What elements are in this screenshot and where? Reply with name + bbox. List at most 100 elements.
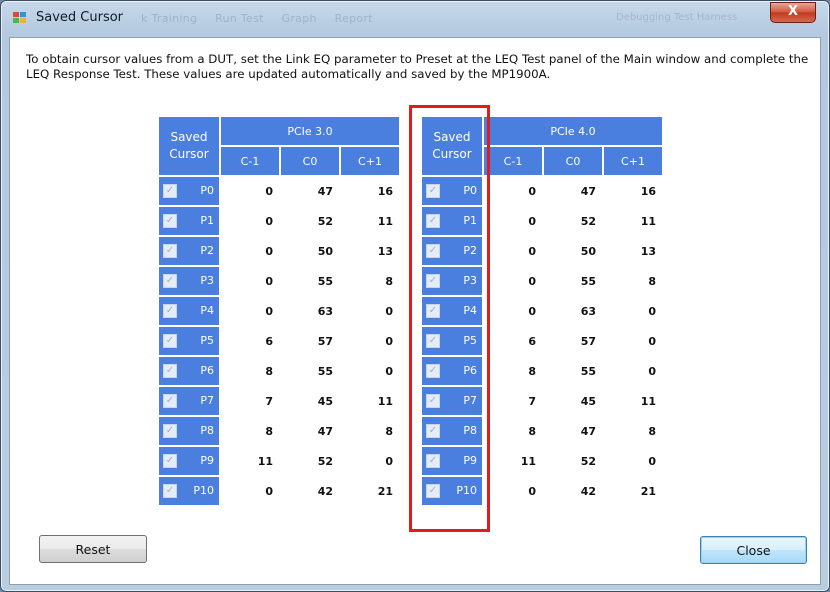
cursor-value: 0 bbox=[484, 267, 542, 295]
preset-label: P9 bbox=[463, 454, 477, 467]
cursor-value: 52 bbox=[544, 447, 602, 475]
preset-cell: ✓ P10 bbox=[422, 477, 482, 505]
cursor-value: 0 bbox=[221, 267, 279, 295]
table-row: ✓ P7 7 45 11 bbox=[159, 387, 399, 415]
cursor-value: 63 bbox=[544, 297, 602, 325]
preset-checkbox[interactable]: ✓ bbox=[426, 454, 440, 468]
preset-label: P0 bbox=[200, 184, 214, 197]
preset-checkbox[interactable]: ✓ bbox=[426, 304, 440, 318]
check-icon: ✓ bbox=[165, 185, 175, 196]
cursor-value: 8 bbox=[484, 417, 542, 445]
cursor-value: 13 bbox=[604, 237, 662, 265]
preset-cell: ✓ P6 bbox=[422, 357, 482, 385]
preset-checkbox[interactable]: ✓ bbox=[163, 274, 177, 288]
table-row: ✓ P5 6 57 0 bbox=[422, 327, 662, 355]
table-row: ✓ P5 6 57 0 bbox=[159, 327, 399, 355]
group-title: PCIe 3.0 bbox=[221, 117, 399, 145]
check-icon: ✓ bbox=[428, 305, 438, 316]
preset-cell: ✓ P9 bbox=[422, 447, 482, 475]
cursor-value: 52 bbox=[544, 207, 602, 235]
preset-checkbox[interactable]: ✓ bbox=[426, 394, 440, 408]
check-icon: ✓ bbox=[165, 245, 175, 256]
check-icon: ✓ bbox=[428, 485, 438, 496]
cursor-value: 0 bbox=[341, 447, 399, 475]
column-header: C0 bbox=[544, 147, 602, 175]
check-icon: ✓ bbox=[428, 425, 438, 436]
preset-checkbox[interactable]: ✓ bbox=[426, 364, 440, 378]
preset-cell: ✓ P4 bbox=[159, 297, 219, 325]
preset-cell: ✓ P9 bbox=[159, 447, 219, 475]
preset-checkbox[interactable]: ✓ bbox=[426, 484, 440, 498]
preset-checkbox[interactable]: ✓ bbox=[163, 214, 177, 228]
check-icon: ✓ bbox=[165, 455, 175, 466]
preset-checkbox[interactable]: ✓ bbox=[163, 394, 177, 408]
background-tab: Report bbox=[334, 12, 373, 25]
preset-checkbox[interactable]: ✓ bbox=[163, 304, 177, 318]
preset-checkbox[interactable]: ✓ bbox=[426, 274, 440, 288]
preset-checkbox[interactable]: ✓ bbox=[426, 184, 440, 198]
cursor-value: 0 bbox=[484, 237, 542, 265]
cursor-value: 0 bbox=[221, 177, 279, 205]
cursor-value: 16 bbox=[604, 177, 662, 205]
background-tab: Graph bbox=[281, 12, 317, 25]
cursor-value: 11 bbox=[221, 447, 279, 475]
cursor-value: 0 bbox=[484, 477, 542, 505]
cursor-value: 11 bbox=[604, 387, 662, 415]
preset-checkbox[interactable]: ✓ bbox=[163, 484, 177, 498]
check-icon: ✓ bbox=[165, 275, 175, 286]
preset-checkbox[interactable]: ✓ bbox=[163, 454, 177, 468]
preset-checkbox[interactable]: ✓ bbox=[426, 244, 440, 258]
pcie4-cursor-table: Saved Cursor PCIe 4.0 C-1 C0 C+1 ✓ P0 0 47 16 ✓ P1 0 5… bbox=[420, 115, 664, 507]
cursor-value: 8 bbox=[604, 417, 662, 445]
preset-cell: ✓ P1 bbox=[159, 207, 219, 235]
preset-label: P5 bbox=[200, 334, 214, 347]
cursor-value: 0 bbox=[221, 237, 279, 265]
preset-label: P4 bbox=[200, 304, 214, 317]
table-row: ✓ P3 0 55 8 bbox=[159, 267, 399, 295]
preset-checkbox[interactable]: ✓ bbox=[426, 214, 440, 228]
cursor-value: 0 bbox=[604, 327, 662, 355]
preset-checkbox[interactable]: ✓ bbox=[426, 334, 440, 348]
cursor-value: 0 bbox=[604, 357, 662, 385]
cursor-value: 21 bbox=[341, 477, 399, 505]
table-row: ✓ P1 0 52 11 bbox=[159, 207, 399, 235]
preset-label: P2 bbox=[463, 244, 477, 257]
reset-button[interactable]: Reset bbox=[39, 535, 147, 563]
title-bar[interactable]: Saved Cursor k Training Run Test Graph R… bbox=[1, 1, 829, 35]
preset-checkbox[interactable]: ✓ bbox=[163, 244, 177, 258]
cursor-value: 11 bbox=[341, 387, 399, 415]
close-button[interactable]: Close bbox=[700, 536, 807, 564]
preset-checkbox[interactable]: ✓ bbox=[426, 424, 440, 438]
cursor-value: 6 bbox=[221, 327, 279, 355]
preset-cell: ✓ P7 bbox=[159, 387, 219, 415]
cursor-value: 8 bbox=[221, 357, 279, 385]
table-row: ✓ P9 11 52 0 bbox=[159, 447, 399, 475]
preset-checkbox[interactable]: ✓ bbox=[163, 184, 177, 198]
saved-header-line: Saved bbox=[170, 130, 208, 144]
cursor-value: 11 bbox=[341, 207, 399, 235]
table-row: ✓ P10 0 42 21 bbox=[422, 477, 662, 505]
cursor-value: 47 bbox=[281, 177, 339, 205]
preset-label: P5 bbox=[463, 334, 477, 347]
background-tab: k Training bbox=[141, 12, 198, 25]
preset-label: P0 bbox=[463, 184, 477, 197]
preset-label: P2 bbox=[200, 244, 214, 257]
saved-cursor-header: Saved Cursor bbox=[422, 117, 482, 175]
column-header: C+1 bbox=[604, 147, 662, 175]
check-icon: ✓ bbox=[165, 425, 175, 436]
preset-checkbox[interactable]: ✓ bbox=[163, 334, 177, 348]
preset-checkbox[interactable]: ✓ bbox=[163, 424, 177, 438]
group-title: PCIe 4.0 bbox=[484, 117, 662, 145]
cursor-value: 47 bbox=[544, 417, 602, 445]
check-icon: ✓ bbox=[165, 395, 175, 406]
table-row: ✓ P6 8 55 0 bbox=[422, 357, 662, 385]
cursor-value: 42 bbox=[544, 477, 602, 505]
preset-checkbox[interactable]: ✓ bbox=[163, 364, 177, 378]
preset-label: P3 bbox=[200, 274, 214, 287]
preset-cell: ✓ P10 bbox=[159, 477, 219, 505]
cursor-value: 8 bbox=[604, 267, 662, 295]
table-row: ✓ P0 0 47 16 bbox=[159, 177, 399, 205]
preset-label: P10 bbox=[456, 484, 477, 497]
cursor-value: 0 bbox=[341, 297, 399, 325]
window-close-button[interactable]: X bbox=[770, 2, 816, 23]
